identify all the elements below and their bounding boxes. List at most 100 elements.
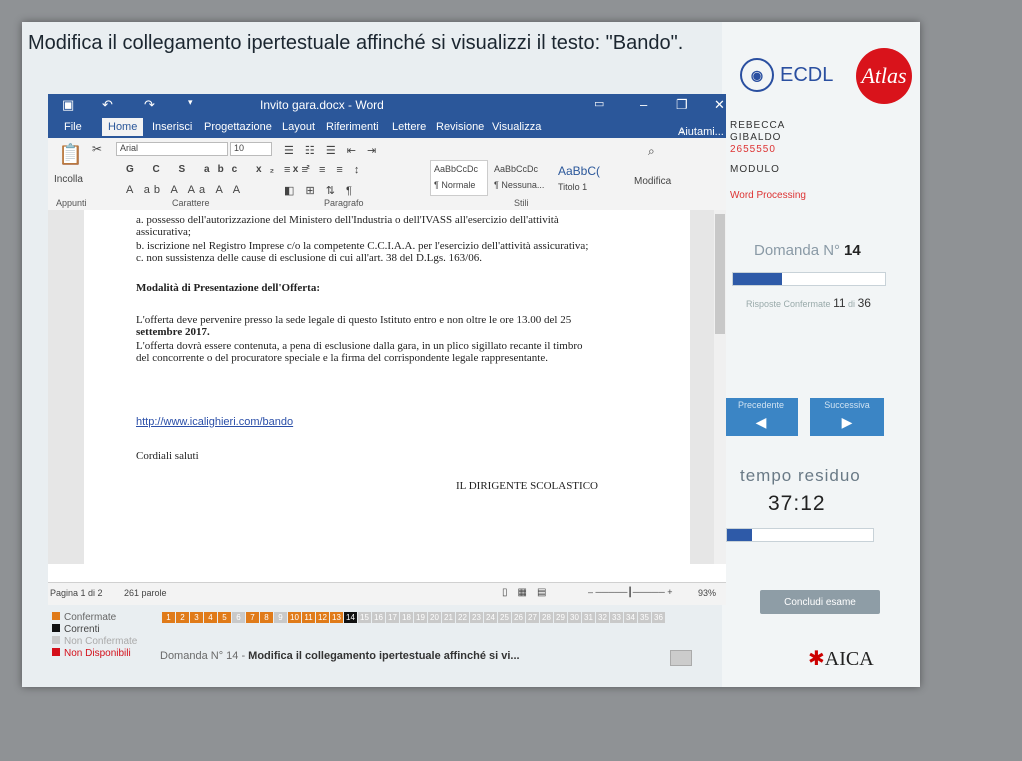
tab-mailings[interactable]: Lettere bbox=[392, 121, 426, 133]
question-nav-item[interactable]: 14 bbox=[344, 612, 357, 623]
question-nav-item[interactable]: 12 bbox=[316, 612, 329, 623]
word-menubar: File Home Inserisci Progettazione Layout… bbox=[48, 116, 726, 138]
tab-file[interactable]: File bbox=[64, 121, 82, 133]
paste-icon[interactable]: 📋 bbox=[58, 142, 83, 167]
question-nav-item[interactable]: 27 bbox=[526, 612, 539, 623]
legend-not-confirmed-label: Non Confermate bbox=[64, 636, 138, 647]
question-nav-item[interactable]: 7 bbox=[246, 612, 259, 623]
question-nav-item[interactable]: 13 bbox=[330, 612, 343, 623]
question-nav-item[interactable]: 22 bbox=[456, 612, 469, 623]
footer-question-text: Modifica il collegamento ipertestuale af… bbox=[248, 650, 520, 662]
undo-icon[interactable]: ↶ bbox=[102, 97, 113, 113]
hyperlink[interactable]: http://www.icalighieri.com/bando bbox=[136, 416, 293, 428]
style-heading1-preview: AaBbC( bbox=[558, 164, 601, 178]
question-nav-item[interactable]: 17 bbox=[386, 612, 399, 623]
ribbon-display-icon[interactable]: ▭ bbox=[594, 97, 604, 110]
scrollbar-thumb[interactable] bbox=[715, 214, 725, 334]
next-button[interactable]: Successiva ▶ bbox=[810, 398, 884, 436]
doc-offer-1b: settembre 2017. bbox=[136, 326, 210, 338]
tab-references[interactable]: Riferimenti bbox=[326, 121, 379, 133]
question-nav-item[interactable]: 10 bbox=[288, 612, 301, 623]
style-heading1[interactable]: AaBbC( Titolo 1 bbox=[554, 160, 614, 196]
question-nav-item[interactable]: 1 bbox=[162, 612, 175, 623]
tab-insert[interactable]: Inserisci bbox=[152, 121, 192, 133]
tab-review[interactable]: Revisione bbox=[436, 121, 484, 133]
question-nav-item[interactable]: 2 bbox=[176, 612, 189, 623]
arrow-left-icon: ◀ bbox=[755, 414, 767, 430]
question-nav-item[interactable]: 18 bbox=[400, 612, 413, 623]
question-nav-item[interactable]: 32 bbox=[596, 612, 609, 623]
candidate-code: 2655550 bbox=[730, 144, 776, 155]
question-nav-item[interactable]: 5 bbox=[218, 612, 231, 623]
question-nav-item[interactable]: 31 bbox=[582, 612, 595, 623]
question-nav-item[interactable]: 25 bbox=[498, 612, 511, 623]
question-progress-bar bbox=[732, 272, 886, 286]
maximize-icon[interactable]: ❐ bbox=[676, 97, 688, 113]
question-nav-item[interactable]: 8 bbox=[260, 612, 273, 623]
doc-offer-2: L'offerta dovrà essere contenuta, a pena… bbox=[136, 340, 583, 352]
doc-offer-1: L'offerta deve pervenire presso la sede … bbox=[136, 314, 572, 326]
question-nav-item[interactable]: 19 bbox=[414, 612, 427, 623]
find-icon[interactable]: ⌕ bbox=[648, 144, 655, 159]
question-nav-item[interactable]: 24 bbox=[484, 612, 497, 623]
question-nav-item[interactable]: 35 bbox=[638, 612, 651, 623]
word-statusbar: Pagina 1 di 2 261 parole ▯▦▤ – ─────┃───… bbox=[48, 582, 726, 605]
confirmed-answers-total: 36 bbox=[857, 296, 871, 310]
question-nav-item[interactable]: 9 bbox=[274, 612, 287, 623]
confirmed-answers-of: di bbox=[848, 299, 856, 309]
expand-question-button[interactable] bbox=[670, 650, 692, 666]
font-color-row[interactable]: A ab A Aa A A bbox=[126, 184, 244, 196]
shading-tools[interactable]: ◧ ⊞ ⇅ ¶ bbox=[284, 184, 356, 197]
customize-icon[interactable]: ▾ bbox=[188, 97, 193, 108]
question-nav-item[interactable]: 15 bbox=[358, 612, 371, 623]
tab-layout[interactable]: Layout bbox=[282, 121, 315, 133]
question-nav-item[interactable]: 3 bbox=[190, 612, 203, 623]
redo-icon[interactable]: ↷ bbox=[144, 97, 155, 113]
ecdl-logo: ◉ ECDL bbox=[740, 58, 833, 92]
question-nav-item[interactable]: 16 bbox=[372, 612, 385, 623]
doc-signature: IL DIRIGENTE SCOLASTICO bbox=[456, 480, 598, 492]
question-nav-item[interactable]: 20 bbox=[428, 612, 441, 623]
doc-heading: Modalità di Presentazione dell'Offerta: bbox=[136, 282, 321, 294]
tab-view[interactable]: Visualizza bbox=[492, 121, 541, 133]
zoom-slider[interactable]: – ─────┃───── + bbox=[588, 587, 672, 598]
time-remaining-label: tempo residuo bbox=[740, 466, 861, 485]
word-title: Invito gara.docx - Word bbox=[260, 98, 384, 112]
question-nav-item[interactable]: 11 bbox=[302, 612, 315, 623]
document-page[interactable]: a. possesso dell'autorizzazione del Mini… bbox=[84, 210, 690, 564]
align-tools[interactable]: ≡ ≡ ≡ ≡ ↕ bbox=[284, 164, 363, 176]
legend-not-confirmed: Non Confermate bbox=[52, 636, 137, 648]
tab-home[interactable]: Home bbox=[102, 118, 144, 136]
close-icon[interactable]: ✕ bbox=[714, 97, 725, 113]
font-name-select[interactable]: Arial bbox=[116, 142, 228, 156]
question-nav-item[interactable]: 29 bbox=[554, 612, 567, 623]
question-nav-item[interactable]: 26 bbox=[512, 612, 525, 623]
question-nav-item[interactable]: 4 bbox=[204, 612, 217, 623]
minimize-icon[interactable]: – bbox=[640, 97, 647, 112]
conclude-exam-button[interactable]: Concludi esame bbox=[760, 590, 880, 614]
question-nav-item[interactable]: 34 bbox=[624, 612, 637, 623]
save-icon[interactable]: ▣ bbox=[62, 97, 74, 113]
question-nav-item[interactable]: 36 bbox=[652, 612, 665, 623]
vertical-scrollbar[interactable] bbox=[714, 210, 726, 564]
time-remaining-value: 37:12 bbox=[768, 492, 826, 515]
tab-design[interactable]: Progettazione bbox=[204, 121, 272, 133]
previous-button[interactable]: Precedente ◀ bbox=[724, 398, 798, 436]
view-buttons[interactable]: ▯▦▤ bbox=[502, 587, 556, 598]
paragraph-tools[interactable]: ☰ ☷ ☰ ⇤ ⇥ bbox=[284, 144, 380, 157]
question-nav-item[interactable]: 21 bbox=[442, 612, 455, 623]
font-size-select[interactable]: 10 bbox=[230, 142, 272, 156]
question-nav-item[interactable]: 30 bbox=[568, 612, 581, 623]
paste-label[interactable]: Incolla bbox=[54, 174, 83, 185]
style-normal-name: ¶ Normale bbox=[434, 180, 476, 190]
question-nav-item[interactable]: 33 bbox=[610, 612, 623, 623]
style-normal[interactable]: AaBbCcDc ¶ Normale bbox=[430, 160, 488, 196]
question-nav-item[interactable]: 6 bbox=[232, 612, 245, 623]
question-nav-item[interactable]: 28 bbox=[540, 612, 553, 623]
cut-icon[interactable]: ✂ bbox=[92, 142, 102, 156]
group-paragraph: Paragrafo bbox=[324, 198, 364, 208]
style-nospacing[interactable]: AaBbCcDc ¶ Nessuna... bbox=[490, 160, 552, 196]
modify-button[interactable]: Modifica bbox=[634, 176, 671, 187]
status-words: 261 parole bbox=[124, 588, 167, 598]
question-nav-item[interactable]: 23 bbox=[470, 612, 483, 623]
